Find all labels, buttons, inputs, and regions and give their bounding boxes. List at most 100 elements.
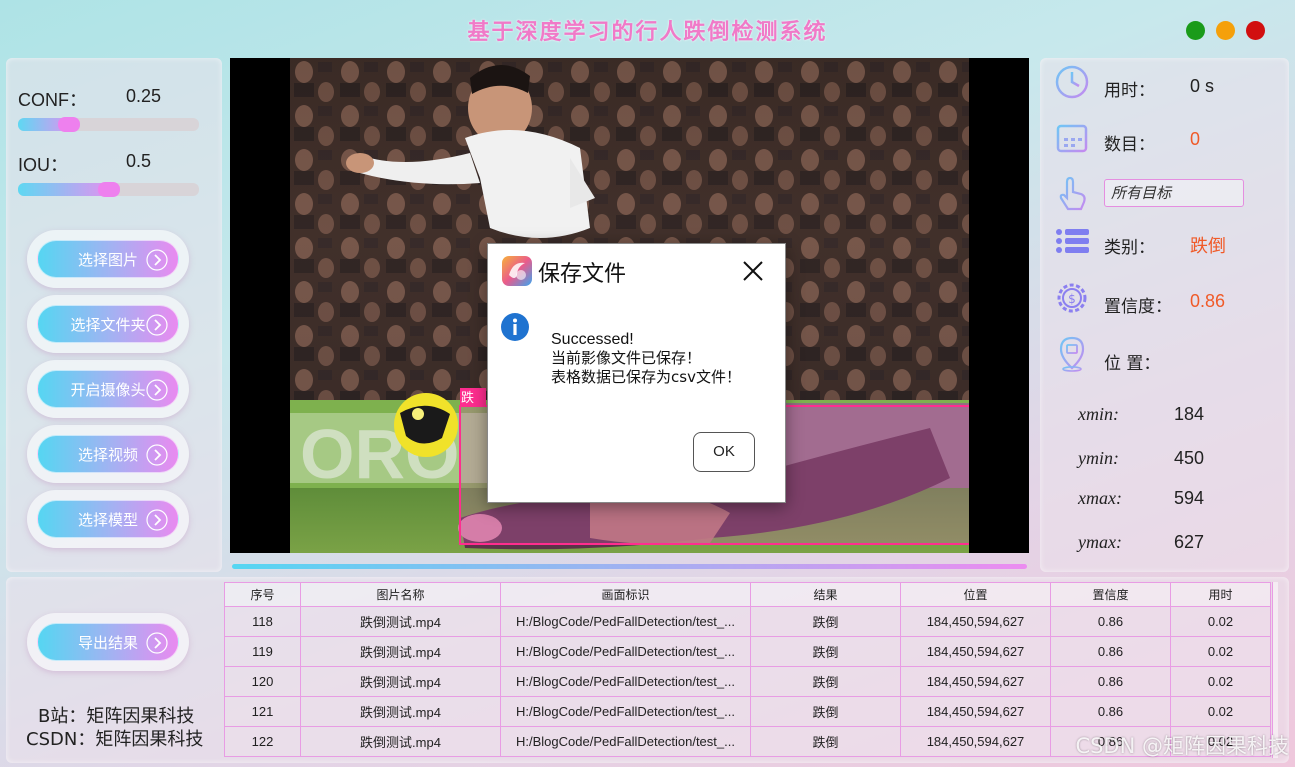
select-folder-label: 选择文件夹 <box>70 316 146 334</box>
cell-confidence: 0.86 <box>1050 606 1171 637</box>
select-folder-button-wrap: 选择文件夹 <box>27 295 189 353</box>
select-model-button[interactable]: 选择模型 <box>37 500 179 538</box>
video-progress-bar[interactable] <box>232 564 1027 569</box>
dialog-message: Successed! 当前影像文件已保存！ 表格数据已保存为csv文件！ <box>551 330 741 387</box>
iou-value: 0.5 <box>126 151 152 171</box>
cell-time: 0.02 <box>1170 636 1271 667</box>
chevron-right-icon <box>146 314 168 336</box>
column-header[interactable]: 序号 <box>224 582 301 607</box>
export-label: 导出结果 <box>77 634 138 652</box>
chevron-right-icon <box>146 444 168 466</box>
table-row[interactable]: 118 跌倒测试.mp4 H:/BlogCode/PedFallDetectio… <box>224 606 1271 637</box>
cell-time: 0.02 <box>1170 606 1271 637</box>
time-label: 用时： <box>1104 81 1155 101</box>
chevron-right-icon <box>146 379 168 401</box>
cell-index: 120 <box>224 666 301 697</box>
cell-image-name: 跌倒测试.mp4 <box>300 606 501 637</box>
select-video-button[interactable]: 选择视频 <box>37 435 179 473</box>
xmin-label: xmin: <box>1078 404 1119 424</box>
ok-button[interactable]: OK <box>693 432 755 472</box>
open-camera-label: 开启摄像头 <box>70 381 146 399</box>
cell-position: 184,450,594,627 <box>900 726 1051 757</box>
cell-image-name: 跌倒测试.mp4 <box>300 666 501 697</box>
csdn-credit: CSDN：矩阵因果科技 <box>26 729 204 750</box>
dialog-message-line2: 当前影像文件已保存！ <box>551 349 702 367</box>
column-header[interactable]: 置信度 <box>1050 582 1171 607</box>
iou-slider-handle[interactable] <box>98 182 120 197</box>
conf-label: CONF： <box>18 90 87 110</box>
conf-slider-handle[interactable] <box>58 117 80 132</box>
svg-text:$: $ <box>1068 292 1076 306</box>
iou-slider[interactable] <box>18 182 199 197</box>
table-row[interactable]: 119 跌倒测试.mp4 H:/BlogCode/PedFallDetectio… <box>224 636 1271 667</box>
cell-result: 跌倒 <box>750 666 901 697</box>
ymax-value: 627 <box>1174 532 1205 552</box>
table-row[interactable]: 121 跌倒测试.mp4 H:/BlogCode/PedFallDetectio… <box>224 696 1271 727</box>
maximize-button[interactable] <box>1216 21 1235 40</box>
table-row[interactable]: 120 跌倒测试.mp4 H:/BlogCode/PedFallDetectio… <box>224 666 1271 697</box>
xmin-value: 184 <box>1174 404 1205 424</box>
cell-position: 184,450,594,627 <box>900 636 1051 667</box>
class-label: 类别： <box>1104 238 1155 258</box>
select-video-label: 选择视频 <box>77 446 138 464</box>
calendar-icon <box>1056 122 1088 153</box>
column-header[interactable]: 结果 <box>750 582 901 607</box>
cell-index: 122 <box>224 726 301 757</box>
dialog-message-line3: 表格数据已保存为csv文件！ <box>551 368 741 386</box>
chevron-right-icon <box>146 632 168 654</box>
ymin-value: 450 <box>1174 448 1205 468</box>
hand-pointer-icon <box>1059 176 1086 211</box>
close-window-button[interactable] <box>1246 21 1265 40</box>
save-file-dialog: 保存文件 Successed! 当前影像文件已保存！ 表格数据已保存为csv文件… <box>487 243 786 503</box>
open-camera-button[interactable]: 开启摄像头 <box>37 370 179 408</box>
select-image-button-wrap: 选择图片 <box>27 230 189 288</box>
cell-image-name: 跌倒测试.mp4 <box>300 696 501 727</box>
dialog-message-line1: Successed! <box>551 331 634 348</box>
count-value: 0 <box>1190 129 1201 149</box>
select-video-button-wrap: 选择视频 <box>27 425 189 483</box>
detection-label: 跌 <box>461 391 475 406</box>
clock-icon <box>1055 65 1089 99</box>
cell-result: 跌倒 <box>750 636 901 667</box>
app-title: 基于深度学习的行人跌倒检测系统 <box>467 19 828 45</box>
column-header[interactable]: 位置 <box>900 582 1051 607</box>
column-header[interactable]: 图片名称 <box>300 582 501 607</box>
open-camera-button-wrap: 开启摄像头 <box>27 360 189 418</box>
export-button[interactable]: 导出结果 <box>37 623 179 661</box>
cell-image-name: 跌倒测试.mp4 <box>300 726 501 757</box>
chevron-right-icon <box>146 509 168 531</box>
column-header[interactable]: 画面标识 <box>500 582 751 607</box>
cell-time: 0.02 <box>1170 696 1271 727</box>
xmax-value: 594 <box>1174 488 1205 508</box>
select-image-button[interactable]: 选择图片 <box>37 240 179 278</box>
ymin-label: ymin: <box>1078 448 1119 468</box>
cell-frame-id: H:/BlogCode/PedFallDetection/test_... <box>500 606 751 637</box>
confidence-value: 0.86 <box>1190 291 1226 311</box>
cell-result: 跌倒 <box>750 726 901 757</box>
select-model-button-wrap: 选择模型 <box>27 490 189 548</box>
cell-confidence: 0.86 <box>1050 636 1171 667</box>
minimize-button[interactable] <box>1186 21 1205 40</box>
class-value: 跌倒 <box>1190 236 1226 256</box>
column-header[interactable]: 用时 <box>1170 582 1271 607</box>
confidence-label: 置信度： <box>1104 297 1172 317</box>
cell-result: 跌倒 <box>750 696 901 727</box>
cell-frame-id: H:/BlogCode/PedFallDetection/test_... <box>500 696 751 727</box>
cell-confidence: 0.86 <box>1050 666 1171 697</box>
cell-index: 118 <box>224 606 301 637</box>
cell-time: 0.02 <box>1170 666 1271 697</box>
cell-frame-id: H:/BlogCode/PedFallDetection/test_... <box>500 726 751 757</box>
iou-label: IOU： <box>18 155 69 175</box>
close-icon[interactable] <box>741 259 765 283</box>
time-value: 0 s <box>1190 76 1215 96</box>
cell-position: 184,450,594,627 <box>900 696 1051 727</box>
cell-index: 121 <box>224 696 301 727</box>
cell-frame-id: H:/BlogCode/PedFallDetection/test_... <box>500 636 751 667</box>
app-logo-icon <box>502 256 532 286</box>
conf-value: 0.25 <box>126 86 162 106</box>
select-image-label: 选择图片 <box>77 251 138 269</box>
target-select-dropdown[interactable]: 所有目标 <box>1104 179 1244 207</box>
conf-slider[interactable] <box>18 117 199 132</box>
select-folder-button[interactable]: 选择文件夹 <box>37 305 179 343</box>
cell-confidence: 0.86 <box>1050 696 1171 727</box>
